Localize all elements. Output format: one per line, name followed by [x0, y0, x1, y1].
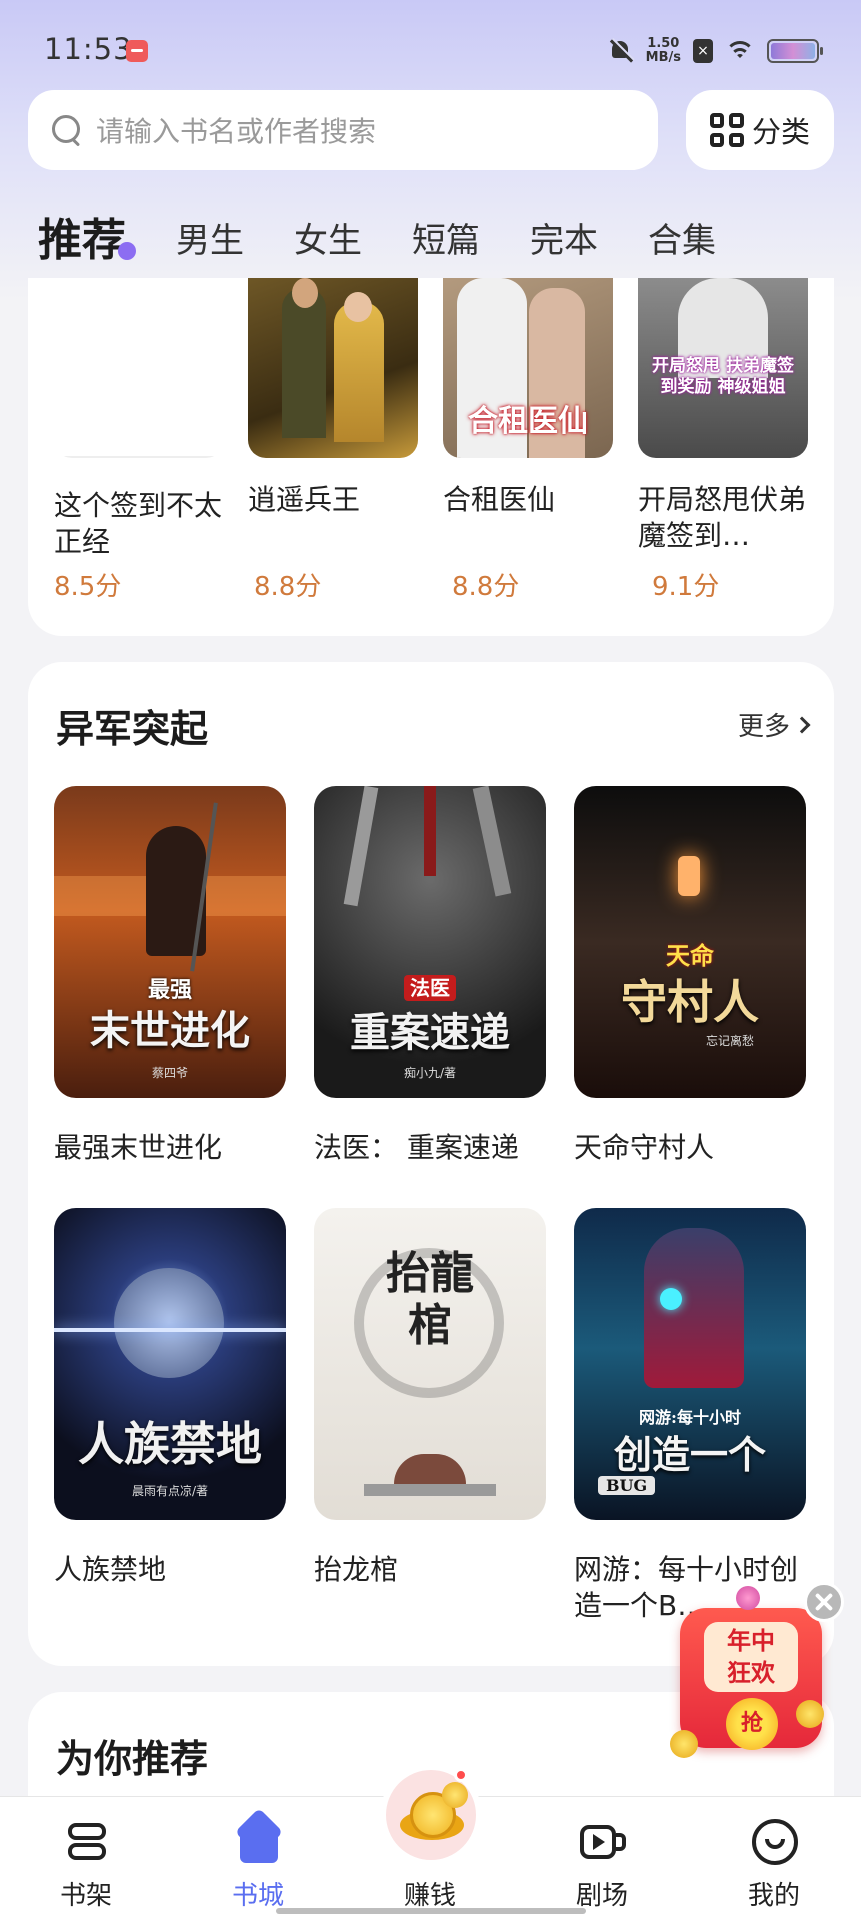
bookshelf-icon [64, 1819, 110, 1865]
search-input[interactable]: 请输入书名或作者搜索 [28, 90, 658, 170]
tab-collection[interactable]: 合集 [648, 216, 716, 266]
recommend-title: 为你推荐 [56, 1737, 209, 1781]
nav-bookshelf[interactable]: 书架 [26, 1797, 146, 1920]
book-title: 最强末世进化 [54, 1131, 223, 1164]
search-placeholder: 请输入书名或作者搜索 [96, 115, 377, 148]
book-title: 人族禁地 [54, 1553, 167, 1586]
book-cover: 网游:每十小时 创造一个 BUG [574, 1208, 806, 1520]
section-card: 异军突起 更多 最强 末世进化 蔡四爷 最强末世进化 法医 重案速递 痴小九/著… [28, 662, 834, 1666]
tab-male[interactable]: 男生 [176, 216, 244, 266]
book-cover: 合租医仙 [443, 278, 613, 458]
book-title: 逍遥兵王 [248, 483, 361, 516]
coins-icon[interactable] [380, 1764, 482, 1866]
home-indicator [276, 1908, 586, 1914]
notification-icon [126, 40, 148, 62]
book-cover: 法医 重案速递 痴小九/著 [314, 786, 546, 1098]
wifi-icon [725, 39, 755, 63]
promo-box: 年中 狂欢 抢 [680, 1608, 822, 1750]
chevron-right-icon [793, 716, 811, 733]
active-tab-indicator [118, 242, 136, 260]
book-title: 合租医仙 [443, 483, 556, 516]
book-item[interactable]: 网游:每十小时 创造一个 BUG 网游：每十小时创造一个B… [574, 1208, 806, 1624]
book-strip-card: 这个签到不太正经 8.5分 逍遥兵王 8.8分 合租医仙 合租医仙 8.8分 开… [28, 278, 834, 636]
book-title: 开局怒甩伏弟魔签到… [638, 483, 807, 552]
book-title: 天命守村人 [574, 1131, 715, 1164]
promo-grab-badge: 抢 [726, 1698, 778, 1750]
book-cover: 抬龍棺 [314, 1208, 546, 1520]
nav-profile[interactable]: 我的 [714, 1797, 834, 1920]
category-label: 分类 [751, 115, 810, 149]
sim-icon: × [693, 39, 713, 63]
book-score: 8.5分 [54, 572, 122, 602]
search-icon [50, 113, 84, 147]
book-cover: 最强 末世进化 蔡四爷 [54, 786, 286, 1098]
coin-icon [796, 1700, 824, 1728]
notification-dot [454, 1768, 468, 1782]
smile-icon [752, 1819, 798, 1865]
book-item[interactable]: 逍遥兵王 [248, 278, 418, 554]
bell-off-icon [608, 38, 634, 64]
book-title: 这个签到不太正经 [54, 489, 223, 558]
tab-recommend[interactable]: 推荐 [38, 216, 136, 266]
tab-completed[interactable]: 完本 [530, 216, 598, 266]
nav-theater[interactable]: 剧场 [542, 1797, 662, 1920]
book-cover: 开局怒甩 扶弟魔签到奖励 神级姐姐 [638, 278, 808, 458]
balloon-icon [736, 1586, 760, 1610]
book-item[interactable]: 最强 末世进化 蔡四爷 最强末世进化 [54, 786, 286, 1166]
book-item[interactable]: 抬龍棺 抬龙棺 [314, 1208, 546, 1588]
promo-floating-button[interactable]: 年中 狂欢 抢 [670, 1580, 826, 1760]
promo-text: 年中 狂欢 [704, 1622, 798, 1692]
book-cover: 天命 守村人 忘记离愁 [574, 786, 806, 1098]
book-cover [54, 278, 224, 458]
section-title: 异军突起 [56, 707, 209, 751]
book-score: 9.1分 [652, 572, 720, 602]
book-cover [248, 278, 418, 458]
grid-icon [709, 113, 744, 147]
book-item[interactable]: 法医 重案速递 痴小九/著 法医： 重案速递 [314, 786, 546, 1166]
book-score: 8.8分 [254, 572, 322, 602]
status-time: 11:53 [44, 32, 133, 66]
book-cover: 人族禁地 晨雨有点凉/著 [54, 1208, 286, 1520]
tab-female[interactable]: 女生 [294, 216, 362, 266]
nav-bookstore[interactable]: 书城 [198, 1797, 318, 1920]
book-item[interactable]: 开局怒甩 扶弟魔签到奖励 神级姐姐 开局怒甩伏弟魔签到… [638, 278, 808, 554]
book-title: 抬龙棺 [314, 1553, 399, 1586]
network-speed: 1.50 MB/s [645, 36, 681, 65]
tab-short[interactable]: 短篇 [412, 216, 480, 266]
status-bar: 11:53 1.50 MB/s × [0, 0, 861, 96]
book-item[interactable]: 合租医仙 合租医仙 [443, 278, 613, 554]
book-item[interactable]: 人族禁地 晨雨有点凉/著 人族禁地 [54, 1208, 286, 1588]
category-button[interactable]: 分类 [686, 90, 834, 170]
home-icon [234, 1807, 284, 1865]
video-icon [580, 1819, 626, 1865]
battery-icon [767, 39, 823, 63]
status-icons: 1.50 MB/s × [608, 34, 823, 68]
book-item[interactable]: 这个签到不太正经 [54, 278, 224, 560]
book-score: 8.8分 [452, 572, 520, 602]
book-title: 法医： 重案速递 [314, 1131, 519, 1164]
coin-icon [670, 1730, 698, 1758]
more-link[interactable]: 更多 [738, 706, 811, 743]
book-item[interactable]: 天命 守村人 忘记离愁 天命守村人 [574, 786, 806, 1166]
category-tabs: 推荐 男生 女生 短篇 完本 合集 [38, 206, 766, 266]
promo-close-button[interactable] [804, 1582, 844, 1622]
